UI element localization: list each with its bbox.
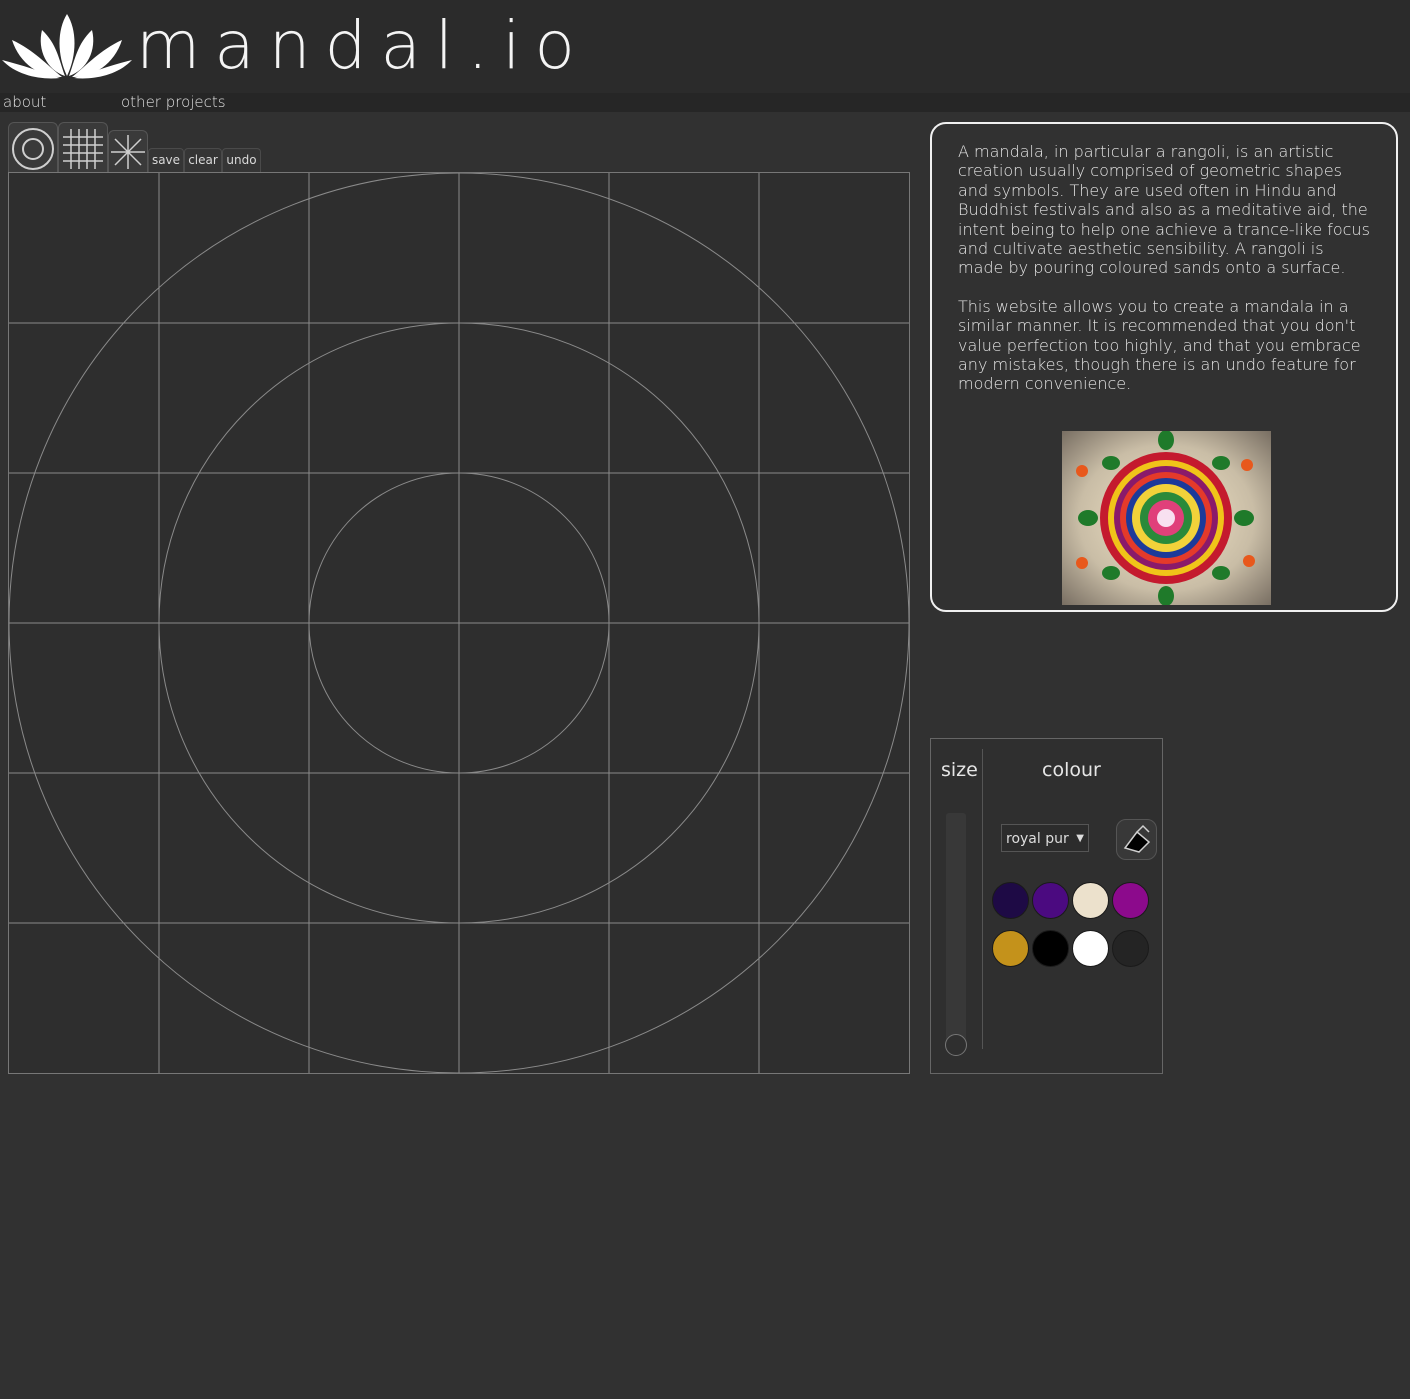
brush-panel: size colour royal pur ▼ [930,738,1163,1074]
grid-icon [63,129,103,169]
swatch-5[interactable] [992,930,1029,967]
lotus-logo-icon [2,14,132,79]
about-paragraph-1: A mandala, in particular a rangoli, is a… [958,142,1370,278]
about-panel: A mandala, in particular a rangoli, is a… [930,122,1398,612]
colour-select[interactable]: royal pur ▼ [1001,824,1089,852]
save-button[interactable]: save [148,148,184,172]
nav-about-link[interactable]: about [3,93,46,112]
colour-select-value: royal pur [1006,831,1069,847]
swatch-8[interactable] [1112,930,1149,967]
clear-button[interactable]: clear [184,148,222,172]
size-slider-thumb[interactable] [945,1034,967,1056]
rangoli-photo [1062,431,1271,605]
swatch-4[interactable] [1112,882,1149,919]
swatch-7[interactable] [1072,930,1109,967]
guide-overlay [8,172,910,1074]
site-title: mandal.io [136,7,589,84]
asterisk-icon [111,135,145,169]
circle-guide-tab[interactable] [8,122,58,172]
swatch-1[interactable] [992,882,1029,919]
swatch-2[interactable] [1032,882,1069,919]
size-label: size [941,759,978,781]
site-header: mandal.io [0,0,1410,93]
chevron-down-icon: ▼ [1076,833,1084,844]
panel-divider [982,749,983,1049]
nav-other-projects-link[interactable]: other projects [121,93,226,112]
radial-guide-tab[interactable] [108,130,148,172]
nav-bar: about other projects [0,93,1410,112]
size-slider[interactable] [946,813,966,1045]
colour-label: colour [1042,759,1101,781]
about-paragraph-2: This website allows you to create a mand… [958,296,1361,394]
concentric-circles-icon [12,128,54,170]
paint-bucket-icon [1123,824,1151,853]
toolbar: save clear undo [8,122,408,172]
swatch-3[interactable] [1072,882,1109,919]
fill-bucket-button[interactable] [1116,819,1157,860]
grid-guide-tab[interactable] [58,122,108,172]
drawing-canvas[interactable] [8,172,910,1074]
undo-button[interactable]: undo [222,148,261,172]
swatch-6[interactable] [1032,930,1069,967]
